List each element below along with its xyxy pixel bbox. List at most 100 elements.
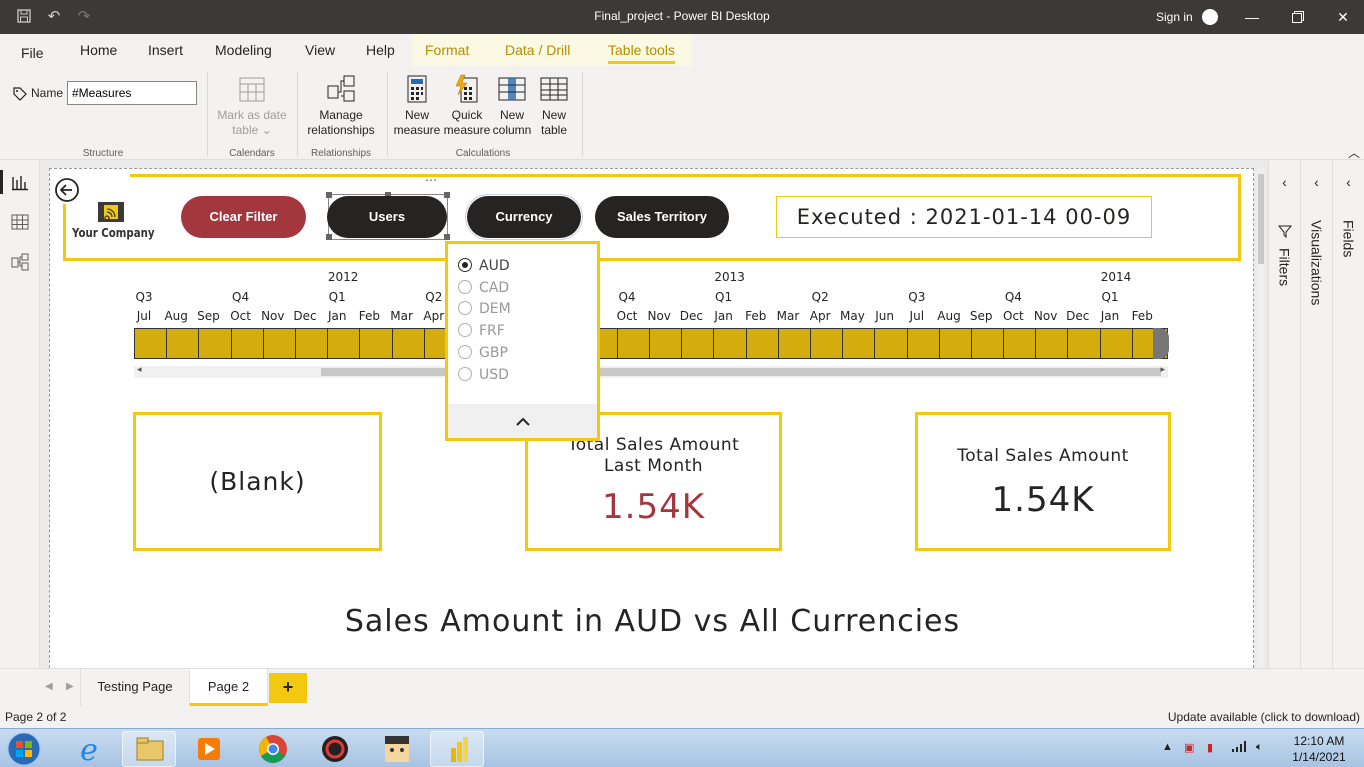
blank-card[interactable]: (Blank): [133, 412, 382, 551]
scrollbar-thumb[interactable]: [1258, 174, 1264, 264]
currency-option[interactable]: AUD: [458, 258, 510, 274]
timeline-period-cell[interactable]: [1004, 329, 1037, 358]
timeline-period-cell[interactable]: [1068, 329, 1101, 358]
currency-option[interactable]: DEM: [458, 301, 511, 317]
timeline-bar[interactable]: [134, 328, 1168, 359]
chevron-left-icon[interactable]: ‹: [1333, 174, 1364, 190]
network-warning-icon[interactable]: ▣: [1184, 741, 1194, 754]
timeline-period-cell[interactable]: [747, 329, 779, 358]
add-page-button[interactable]: +: [269, 673, 307, 703]
page-tab-testing[interactable]: Testing Page: [80, 669, 190, 706]
resize-handle[interactable]: [326, 192, 332, 198]
power-bi-icon[interactable]: [430, 731, 484, 767]
timeline-period-cell[interactable]: [393, 329, 425, 358]
timeline-period-cell[interactable]: [714, 329, 747, 358]
timeline-period-cell[interactable]: [618, 329, 650, 358]
scroll-left-icon[interactable]: ◂: [137, 364, 142, 375]
currency-option[interactable]: CAD: [458, 279, 509, 296]
clear-filter-button[interactable]: Clear Filter: [181, 196, 306, 238]
timeline-period-cell[interactable]: [199, 329, 232, 358]
prev-page-icon[interactable]: ◀: [45, 681, 53, 692]
sales-territory-button[interactable]: Sales Territory: [595, 196, 729, 238]
timeline-period-cell[interactable]: [972, 329, 1005, 358]
timeline-period-cell[interactable]: [875, 329, 908, 358]
currency-option[interactable]: USD: [458, 366, 509, 383]
timeline-period-cell[interactable]: [682, 329, 715, 358]
timeline-period-cell[interactable]: [135, 329, 168, 358]
timeline-period-cell[interactable]: [650, 329, 683, 358]
tab-help[interactable]: Help: [366, 42, 395, 58]
tab-insert[interactable]: Insert: [148, 42, 183, 58]
report-view-icon[interactable]: [10, 172, 30, 192]
close-icon[interactable]: ✕: [1334, 7, 1352, 27]
timeline-period-cell[interactable]: [328, 329, 361, 358]
start-button[interactable]: [4, 730, 44, 767]
timeline-period-cell[interactable]: [264, 329, 296, 358]
timeline-period-cell[interactable]: [232, 329, 264, 358]
more-options-icon[interactable]: ⋯: [425, 173, 437, 187]
quick-measure-button[interactable]: Quick measure: [442, 74, 492, 138]
update-available-link[interactable]: Update available (click to download): [1168, 710, 1360, 724]
signal-icon[interactable]: [1232, 741, 1246, 755]
scroll-right-icon[interactable]: ▸: [1160, 364, 1165, 375]
tab-format[interactable]: Format: [425, 42, 469, 58]
currency-option[interactable]: FRF: [458, 323, 505, 339]
page-tab-page2[interactable]: Page 2: [190, 669, 268, 706]
volume-icon[interactable]: 🔈︎: [1256, 741, 1263, 754]
timeline-period-cell[interactable]: [940, 329, 972, 358]
media-player-icon[interactable]: [182, 731, 236, 767]
tab-data-drill[interactable]: Data / Drill: [505, 42, 570, 58]
timeline-period-cell[interactable]: [360, 329, 393, 358]
timeline-end-handle[interactable]: [1153, 328, 1169, 359]
avatar[interactable]: [1202, 9, 1218, 25]
chevron-left-icon[interactable]: ‹: [1301, 174, 1332, 190]
mark-as-date-table-button[interactable]: Mark as date table ⌄: [213, 74, 291, 138]
new-table-button[interactable]: New table: [534, 74, 574, 138]
collapse-ribbon-icon[interactable]: ︿: [1348, 144, 1360, 161]
tab-view[interactable]: View: [305, 42, 335, 58]
timeline-period-cell[interactable]: [779, 329, 811, 358]
tab-file[interactable]: File: [21, 45, 44, 61]
app-red-icon[interactable]: [308, 731, 362, 767]
tab-modeling[interactable]: Modeling: [215, 42, 272, 58]
canvas-scrollbar[interactable]: [1257, 168, 1265, 668]
clock[interactable]: 12:10 AM 1/14/2021: [1283, 733, 1355, 765]
new-column-button[interactable]: New column: [490, 74, 534, 138]
data-view-icon[interactable]: [10, 212, 30, 232]
timeline-period-cell[interactable]: [811, 329, 844, 358]
manage-relationships-button[interactable]: Manage relationships: [302, 74, 380, 138]
resize-handle[interactable]: [444, 192, 450, 198]
timeline-period-cell[interactable]: [1036, 329, 1069, 358]
restore-icon[interactable]: [1289, 7, 1307, 27]
timeline-scrollbar[interactable]: ◂ ▸: [134, 364, 1168, 378]
timeline-period-cell[interactable]: [908, 329, 940, 358]
minimize-icon[interactable]: —: [1243, 7, 1261, 27]
chrome-icon[interactable]: [246, 731, 300, 767]
total-sales-card[interactable]: Total Sales Amount 1.54K: [915, 412, 1171, 551]
show-hidden-icons[interactable]: ▲: [1162, 741, 1173, 753]
resize-handle[interactable]: [444, 234, 450, 240]
timeline-period-cell[interactable]: [843, 329, 876, 358]
new-measure-button[interactable]: New measure: [392, 74, 442, 138]
back-arrow-icon[interactable]: [54, 177, 80, 208]
file-explorer-icon[interactable]: [122, 731, 176, 767]
app-avatar-icon[interactable]: [370, 731, 424, 767]
fields-pane[interactable]: ‹ Fields: [1332, 160, 1364, 668]
chevron-left-icon[interactable]: ‹: [1269, 174, 1300, 190]
currency-button[interactable]: Currency: [465, 194, 583, 240]
visualizations-pane[interactable]: ‹ Visualizations: [1300, 160, 1332, 668]
sign-in-link[interactable]: Sign in: [1156, 10, 1193, 24]
internet-explorer-icon[interactable]: e: [62, 731, 116, 767]
battery-icon[interactable]: ▮: [1207, 741, 1213, 754]
timeline-period-cell[interactable]: [167, 329, 200, 358]
filters-pane[interactable]: ‹ Filters: [1268, 160, 1300, 668]
tab-table-tools[interactable]: Table tools: [608, 42, 675, 64]
next-page-icon[interactable]: ▶: [66, 681, 74, 692]
currency-option[interactable]: GBP: [458, 344, 508, 361]
collapse-dropdown-button[interactable]: [448, 404, 597, 438]
resize-handle[interactable]: [326, 234, 332, 240]
timeline-period-cell[interactable]: [1101, 329, 1133, 358]
users-button[interactable]: Users: [327, 196, 447, 238]
tab-home[interactable]: Home: [80, 42, 117, 58]
name-input[interactable]: [67, 81, 197, 105]
